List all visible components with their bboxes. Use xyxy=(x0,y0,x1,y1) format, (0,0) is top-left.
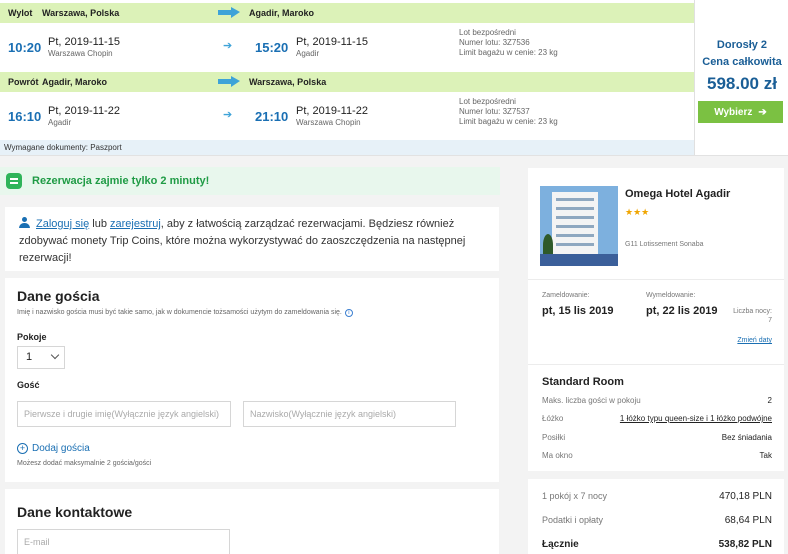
info-icon[interactable]: i xyxy=(344,309,353,317)
change-dates-link[interactable]: Zmień daty xyxy=(737,337,772,344)
booking-time-notice: Rezerwacja zajmie tylko 2 minuty! xyxy=(0,167,500,195)
max-guests-note: Możesz dodać maksymalnie 2 gościa/gości xyxy=(17,460,152,467)
last-name-input[interactable]: Nazwisko(Wyłącznie język angielski) xyxy=(243,401,456,427)
depart-date: Pt, 2019-11-15 xyxy=(48,36,120,48)
bed-type-link[interactable]: 1 łóżko typu queen-size i 1 łóżko podwój… xyxy=(620,414,772,423)
room-detail-row: Łóżko 1 łóżko typu queen-size i 1 łóżko … xyxy=(542,414,772,423)
email-input[interactable]: E-mail xyxy=(17,529,230,554)
direct-flight: Lot bezpośredni xyxy=(459,28,516,37)
required-documents: Wymagane dokumenty: Paszport xyxy=(0,140,694,155)
summary-row: Podatki i opłaty 68,64 PLN xyxy=(542,515,772,526)
room-detail-row: Maks. liczba gości w pokoju 2 xyxy=(542,396,772,405)
first-name-input[interactable]: Pierwsze i drugie imię(Wyłącznie język a… xyxy=(17,401,231,427)
flight-panel: Wylot Warszawa, Polska Agadir, Maroko 10… xyxy=(0,0,788,156)
user-icon xyxy=(19,217,30,228)
divider xyxy=(528,279,784,280)
checkout-value: pt, 22 lis 2019 xyxy=(646,305,718,317)
arrow-right-icon: ➔ xyxy=(758,106,767,118)
select-button[interactable]: Wybierz ➔ xyxy=(698,101,783,123)
total-label: Cena całkowita xyxy=(702,56,782,68)
hotel-name: Omega Hotel Agadir xyxy=(625,188,731,200)
rooms-label: Pokoje xyxy=(17,332,47,342)
guest-details-card: Dane gościa Imię i nazwisko gościa musi … xyxy=(5,278,499,482)
chevron-down-icon xyxy=(50,350,60,360)
notice-text: Rezerwacja zajmie tylko 2 minuty! xyxy=(32,175,210,187)
guest-section-subtitle: Imię i nazwisko gościa musi być takie sa… xyxy=(17,309,353,317)
add-guest-label: Dodaj gościa xyxy=(32,443,90,454)
arrow-right-icon: ➔ xyxy=(223,109,233,121)
nights-label: Liczba nocy: xyxy=(733,308,772,315)
login-prompt: Zaloguj się lub zarejestruj, aby z łatwo… xyxy=(5,207,499,271)
direct-flight: Lot bezpośredni xyxy=(459,97,516,106)
login-link[interactable]: Zaloguj się xyxy=(36,218,89,230)
return-row: 16:10 Pt, 2019-11-22 Agadir ➔ 21:10 Pt, … xyxy=(0,92,694,144)
divider xyxy=(528,364,784,365)
guest-label: Gość xyxy=(17,380,40,390)
depart-time: 10:20 xyxy=(8,40,42,55)
baggage-limit: Limit bagażu w cenie: 23 kg xyxy=(459,48,558,57)
room-detail-row: Posiłki Bez śniadania xyxy=(542,433,772,442)
hotel-address: G11 Lotissement Sonaba xyxy=(625,241,704,248)
rooms-select[interactable]: 1 xyxy=(17,346,65,369)
room-type: Standard Room xyxy=(542,376,624,388)
plus-icon: + xyxy=(17,443,28,454)
depart-date: Pt, 2019-11-22 xyxy=(48,105,120,117)
nights: Liczba nocy: 7 xyxy=(724,307,772,325)
hotel-image xyxy=(540,186,618,266)
checkin-value: pt, 15 lis 2019 xyxy=(542,305,614,317)
or-text: lub xyxy=(92,218,107,230)
arrive-airport: Agadir xyxy=(296,49,320,58)
arrive-date: Pt, 2019-11-22 xyxy=(296,105,368,117)
depart-airport: Warszawa Chopin xyxy=(48,49,113,58)
arrive-airport: Warszawa Chopin xyxy=(296,118,361,127)
register-link[interactable]: zarejestruj xyxy=(110,218,161,230)
outbound-header: Wylot Warszawa, Polska Agadir, Maroko xyxy=(0,3,694,23)
return-from: Agadir, Maroko xyxy=(42,77,108,87)
outbound-label: Wylot xyxy=(8,8,33,18)
arrive-date: Pt, 2019-11-15 xyxy=(296,36,368,48)
contact-section-title: Dane kontaktowe xyxy=(17,504,133,520)
outbound-to: Agadir, Maroko xyxy=(249,8,315,18)
add-guest-button[interactable]: + Dodaj gościa xyxy=(17,443,90,454)
total-price: 598.00 zł xyxy=(707,74,777,93)
return-to: Warszawa, Polska xyxy=(249,77,327,87)
direction-arrow-icon xyxy=(218,76,240,87)
price-box: Dorosły 2 Cena całkowita 598.00 zł Wybie… xyxy=(694,0,788,155)
nights-value: 7 xyxy=(768,317,772,324)
return-label: Powrót xyxy=(8,77,39,87)
depart-airport: Agadir xyxy=(48,118,72,127)
direction-arrow-icon xyxy=(218,7,240,18)
outbound-from: Warszawa, Polska xyxy=(42,8,120,18)
arrive-time: 21:10 xyxy=(255,109,289,124)
baggage-limit: Limit bagażu w cenie: 23 kg xyxy=(459,117,558,126)
return-header: Powrót Agadir, Maroko Warszawa, Polska xyxy=(0,72,694,92)
arrive-time: 15:20 xyxy=(255,40,289,55)
checkout-label: Wymeldowanie: xyxy=(646,292,696,299)
room-detail-row: Ma okno Tak xyxy=(542,451,772,460)
depart-time: 16:10 xyxy=(8,109,42,124)
flight-number: Numer lotu: 3Z7536 xyxy=(459,38,530,47)
contact-details-card: Dane kontaktowe E-mail xyxy=(5,489,499,554)
price-summary: 1 pokój x 7 nocy 470,18 PLN Podatki i op… xyxy=(528,479,784,554)
chat-icon xyxy=(6,173,22,189)
star-rating-icon: ★★★ xyxy=(625,207,650,217)
flight-info: Lot bezpośredni Numer lotu: 3Z7537 Limit… xyxy=(459,97,558,127)
passengers: Dorosły 2 xyxy=(716,39,768,51)
summary-row: 1 pokój x 7 nocy 470,18 PLN xyxy=(542,491,772,502)
select-button-label: Wybierz xyxy=(714,106,753,118)
hotel-card: Omega Hotel Agadir ★★★ G11 Lotissement S… xyxy=(528,168,784,471)
flight-info: Lot bezpośredni Numer lotu: 3Z7536 Limit… xyxy=(459,28,558,58)
arrow-right-icon: ➔ xyxy=(223,40,233,52)
outbound-row: 10:20 Pt, 2019-11-15 Warszawa Chopin ➔ 1… xyxy=(0,23,694,75)
flight-number: Numer lotu: 3Z7537 xyxy=(459,107,530,116)
guest-section-title: Dane gościa xyxy=(17,288,100,304)
summary-total: Łącznie 538,82 PLN xyxy=(542,539,772,550)
rooms-value: 1 xyxy=(26,351,33,363)
checkin-label: Zameldowanie: xyxy=(542,292,590,299)
